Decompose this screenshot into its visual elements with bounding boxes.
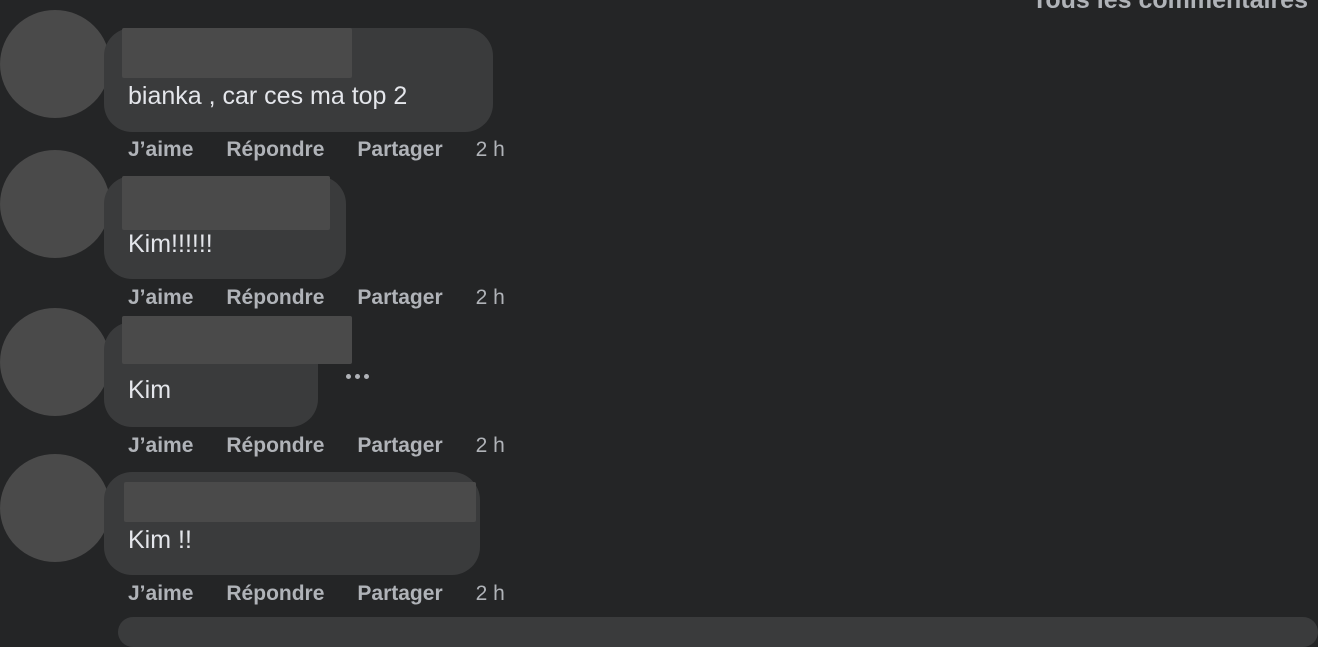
comment-text: Kim !! xyxy=(128,526,192,554)
avatar[interactable] xyxy=(0,150,110,258)
comment-item: Kim!!!!!! J’aime Répondre Partager 2 h xyxy=(0,148,700,309)
author-name-redacted[interactable] xyxy=(122,316,352,364)
comment-bubble: Kim !! xyxy=(104,472,480,575)
author-name-redacted[interactable] xyxy=(122,176,330,230)
avatar[interactable] xyxy=(0,308,110,416)
comment-timestamp[interactable]: 2 h xyxy=(476,582,505,606)
avatar[interactable] xyxy=(0,454,110,562)
comment-item: Kim J’aime Répondre Partager 2 h xyxy=(0,296,700,457)
like-button[interactable]: J’aime xyxy=(128,582,193,606)
comment-item: bianka , car ces ma top 2 J’aime Répondr… xyxy=(0,0,700,161)
share-button[interactable]: Partager xyxy=(357,582,442,606)
comment-filter-dropdown[interactable]: Tous les commentaires xyxy=(1032,0,1308,15)
comment-bubble: Kim!!!!!! xyxy=(104,176,346,279)
dot-icon xyxy=(363,373,369,379)
comment-item: Kim !! J’aime Répondre Partager 2 h xyxy=(0,444,700,605)
author-name-redacted[interactable] xyxy=(124,482,476,522)
next-comment-bubble xyxy=(118,617,1318,647)
reply-button[interactable]: Répondre xyxy=(226,582,324,606)
comment-text: Kim xyxy=(128,376,172,404)
avatar[interactable] xyxy=(0,10,110,118)
author-name-redacted[interactable] xyxy=(122,28,352,78)
comment-text: Kim!!!!!! xyxy=(128,230,213,258)
comment-bubble: Kim xyxy=(104,316,352,427)
comment-text: bianka , car ces ma top 2 xyxy=(128,82,408,110)
comment-actions: J’aime Répondre Partager 2 h xyxy=(128,582,505,606)
dot-icon xyxy=(345,373,351,379)
comment-bubble: bianka , car ces ma top 2 xyxy=(104,28,493,132)
more-options-icon[interactable] xyxy=(340,366,374,386)
dot-icon xyxy=(354,373,360,379)
